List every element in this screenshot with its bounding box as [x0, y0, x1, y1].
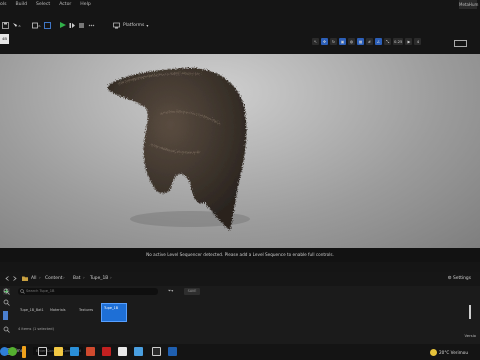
settings-button[interactable]: ⚙ Settings [448, 276, 471, 281]
filter-icon[interactable]: ⏷▾ [168, 288, 173, 293]
asset-tile[interactable]: Materials [48, 306, 70, 322]
play-icon[interactable] [60, 22, 66, 28]
weather-text: 20°C Verimou [439, 350, 468, 355]
file-explorer-icon[interactable] [54, 347, 63, 356]
blueprint-icon[interactable] [44, 22, 51, 29]
content-browser: All › Content › Bat › Tupe_1B › ⚙ Settin… [0, 272, 480, 344]
search-placeholder: Search Tupe_1B [26, 289, 55, 293]
settings-label: Settings [452, 276, 471, 281]
translate-tool-icon[interactable]: ✥ [321, 38, 328, 45]
scale-snap-icon[interactable]: ⤡ [384, 38, 391, 45]
sequencer-message: No active Level Sequencer detected. Plea… [146, 252, 334, 257]
breadcrumb-separator-icon: › [110, 276, 112, 281]
viewport-transform-tools: ↖ ✥ ↻ ▣ ◍ ▦ # ∠ ⤡ 0.25 ▶ 4 [312, 37, 422, 46]
app-icon[interactable] [102, 347, 111, 356]
camera-speed-icon[interactable]: ▶ [405, 38, 413, 45]
office-icon[interactable] [86, 347, 95, 356]
breadcrumb-all[interactable]: All [31, 276, 36, 281]
platforms-button[interactable]: Platforms ▾ [113, 21, 148, 30]
collections-toggle[interactable] [3, 311, 8, 320]
forward-icon[interactable] [12, 276, 17, 281]
chevron-down-icon: ▾ [146, 23, 149, 28]
edge-icon[interactable] [70, 347, 79, 356]
viewport-layout-icon[interactable] [454, 40, 467, 47]
content-browser-scrollbar[interactable] [469, 305, 471, 319]
item-count: 4 items (1 selected) [18, 327, 54, 331]
version-label: Versio [464, 333, 476, 338]
main-toolbar: Platforms ▾ [0, 16, 480, 36]
save-all-button[interactable]: SAVE [184, 288, 200, 295]
search-icon[interactable] [3, 288, 10, 295]
photos-icon[interactable] [134, 347, 143, 356]
menu-bar: ols Build Select Actor Help MetaHum [0, 0, 480, 9]
menu-actor[interactable]: Actor [59, 2, 71, 7]
search-icon[interactable] [3, 326, 10, 333]
surface-snap-icon[interactable]: ▦ [357, 38, 364, 45]
breadcrumb-separator-icon: › [39, 276, 41, 281]
notepad-icon[interactable] [118, 347, 127, 356]
browser-icon[interactable] [8, 347, 17, 356]
search-icon [20, 289, 25, 294]
breadcrumb-bat[interactable]: Bat [73, 276, 80, 281]
menu-help[interactable]: Help [80, 2, 90, 7]
fur-mesh-render [108, 67, 250, 230]
weather-icon [430, 349, 437, 356]
vscode-icon[interactable] [168, 347, 177, 356]
save-icon[interactable] [2, 22, 9, 29]
scale-tool-icon[interactable]: ▣ [339, 38, 346, 45]
mode-select-icon[interactable] [12, 22, 22, 29]
asset-name: Textures [79, 308, 94, 312]
platforms-icon [113, 22, 120, 29]
content-browser-header: All › Content › Bat › Tupe_1B › ⚙ Settin… [0, 272, 480, 286]
scale-snap-value[interactable]: 0.25 [393, 38, 404, 45]
menu-build[interactable]: Build [15, 2, 27, 7]
more-options-icon[interactable] [88, 22, 95, 29]
sequencer-bar: No active Level Sequencer detected. Plea… [0, 248, 480, 262]
asset-search-input[interactable]: Search Tupe_1B [18, 288, 158, 295]
platforms-label: Platforms [123, 23, 145, 28]
asset-tile[interactable]: Textures [77, 306, 99, 322]
asset-name: Tupe_1B [104, 306, 119, 310]
content-icon[interactable] [32, 22, 42, 29]
breadcrumb-separator-icon: › [83, 276, 85, 281]
grid-snap-icon[interactable]: # [366, 38, 373, 45]
rotate-tool-icon[interactable]: ↻ [330, 38, 337, 45]
menu-tools[interactable]: ols [0, 2, 6, 7]
taskbar-indicator-icon [22, 346, 26, 358]
search-icon[interactable] [3, 299, 10, 306]
asset-name: Materials [50, 308, 66, 312]
breadcrumb-separator-icon: › [63, 276, 65, 281]
back-icon[interactable] [5, 276, 10, 281]
breadcrumb-current[interactable]: Tupe_1B [90, 276, 108, 281]
breadcrumb-content[interactable]: Content [45, 276, 62, 281]
project-tab[interactable]: MetaHum [459, 0, 478, 9]
asset-tile-selected[interactable]: Tupe_1B [101, 303, 127, 322]
asset-name: Tupe_1B_Bat1 [20, 308, 44, 312]
stop-icon[interactable] [78, 22, 85, 29]
folder-icon [22, 276, 28, 281]
menu-select[interactable]: Select [36, 2, 50, 7]
world-space-icon[interactable]: ◍ [348, 38, 355, 45]
task-view-icon[interactable] [38, 347, 47, 356]
rotation-snap-icon[interactable]: ∠ [375, 38, 382, 45]
level-viewport[interactable] [0, 54, 480, 248]
step-icon[interactable] [69, 22, 76, 29]
viewport-options-button[interactable]: 4B [0, 34, 9, 44]
select-tool-icon[interactable]: ↖ [312, 38, 319, 45]
camera-speed-value[interactable]: 4 [414, 38, 422, 45]
asset-tile[interactable]: Tupe_1B_Bat1 [18, 306, 44, 322]
unreal-engine-icon[interactable] [152, 347, 161, 356]
